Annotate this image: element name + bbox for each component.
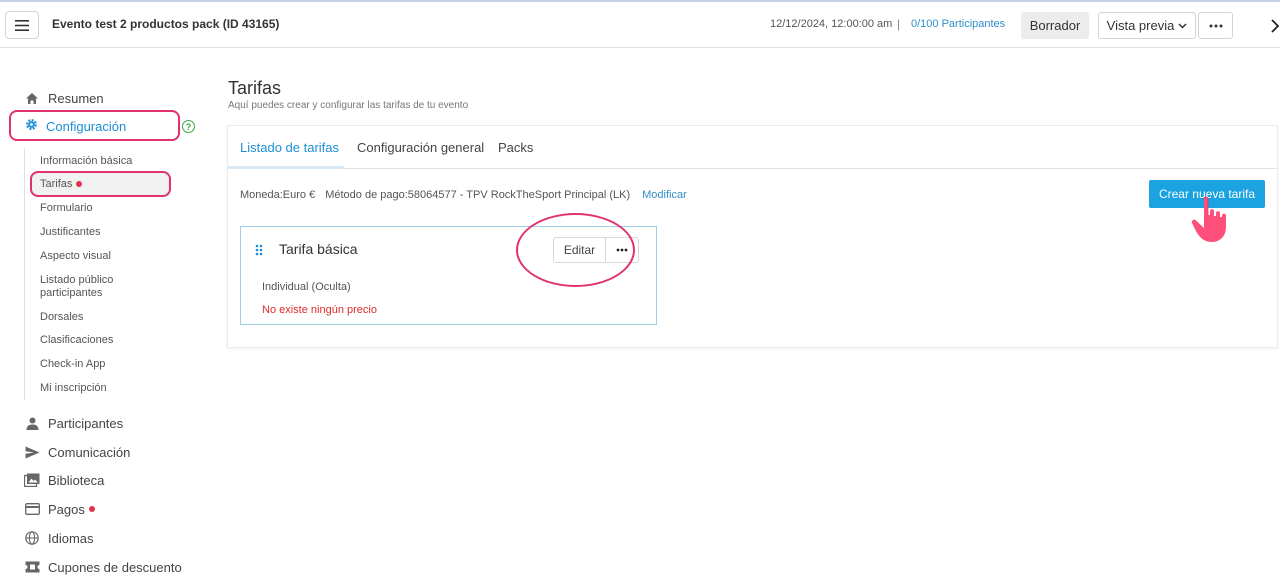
no-price-warning: No existe ningún precio [262, 304, 377, 316]
edit-highlight-ellipse [516, 213, 635, 287]
submenu-item-formulario[interactable]: Formulario [40, 202, 93, 215]
send-icon [24, 444, 40, 460]
sidebar-item-cupones[interactable]: Cupones de descuento [24, 556, 182, 578]
drag-handle-icon[interactable] [255, 244, 263, 256]
tarifa-type: Individual (Oculta) [262, 281, 351, 293]
sidebar-item-pagos[interactable]: Pagos [24, 498, 95, 520]
help-icon[interactable]: ? [182, 120, 195, 133]
credit-card-icon [24, 501, 40, 517]
sidebar-item-comunicacion[interactable]: Comunicación [24, 441, 130, 463]
submenu-item-dorsales[interactable]: Dorsales [40, 311, 83, 324]
chevron-down-icon [1178, 22, 1187, 29]
sidebar-item-idiomas[interactable]: Idiomas [24, 527, 94, 549]
submenu-item-listado-publico[interactable]: Listado público participantes [40, 274, 150, 300]
submenu-item-justificantes[interactable]: Justificantes [40, 226, 101, 239]
top-header: Evento test 2 productos pack (ID 43165) … [0, 0, 1280, 48]
event-title: Evento test 2 productos pack (ID 43165) [52, 17, 280, 31]
header-separator: | [897, 17, 901, 31]
sidebar-item-label: Pagos [48, 501, 85, 517]
sidebar-item-label: Resumen [48, 90, 104, 106]
pointing-hand-icon [1191, 196, 1226, 242]
gear-icon [24, 117, 39, 135]
sidebar-item-participantes[interactable]: Participantes [24, 412, 123, 434]
payment-info-row: Moneda:Euro € Método de pago:58064577 - … [240, 189, 687, 201]
sidebar-item-configuracion[interactable]: Configuración [24, 116, 126, 136]
home-icon [24, 90, 40, 106]
currency-text: Moneda:Euro € [240, 189, 316, 201]
close-icon[interactable] [1266, 16, 1280, 36]
preview-dropdown[interactable]: Vista previa [1098, 12, 1196, 39]
notification-dot [76, 181, 83, 188]
menu-button[interactable] [5, 11, 39, 39]
submenu-item-informacion-basica[interactable]: Información básica [40, 155, 132, 168]
ticket-icon [24, 559, 40, 575]
header-more-button[interactable] [1198, 12, 1233, 39]
sidebar-item-biblioteca[interactable]: Biblioteca [24, 469, 104, 491]
submenu-item-tarifas[interactable]: Tarifas [40, 178, 83, 191]
payment-method-text: Método de pago:58064577 - TPV RockTheSpo… [325, 189, 631, 201]
tab-packs[interactable]: Packs [498, 140, 533, 155]
modify-link[interactable]: Modificar [642, 189, 687, 201]
tab-bar: Listado de tarifas Configuración general… [228, 126, 1277, 169]
active-tab-indicator [228, 166, 344, 169]
submenu-item-mi-inscripcion[interactable]: Mi inscripción [40, 382, 107, 395]
preview-label: Vista previa [1106, 18, 1175, 33]
submenu-line [24, 148, 25, 400]
sidebar-item-label: Cupones de descuento [48, 559, 182, 575]
page-subtitle: Aquí puedes crear y configurar las tarif… [228, 100, 469, 111]
submenu-item-label: Tarifas [40, 178, 73, 190]
sidebar-item-resumen[interactable]: Resumen [24, 87, 104, 109]
page-title: Tarifas [228, 78, 282, 98]
tab-listado-de-tarifas[interactable]: Listado de tarifas [240, 140, 339, 155]
tab-configuracion-general[interactable]: Configuración general [357, 140, 484, 155]
image-library-icon [24, 472, 40, 488]
tarifas-panel: Listado de tarifas Configuración general… [227, 125, 1278, 348]
person-icon [24, 415, 40, 431]
notification-dot [88, 506, 95, 512]
submenu-item-aspecto-visual[interactable]: Aspecto visual [40, 250, 111, 263]
draft-button[interactable]: Borrador [1021, 12, 1089, 39]
globe-icon [24, 530, 40, 546]
sidebar-item-label: Configuración [46, 118, 127, 134]
tarifa-name: Tarifa básica [279, 241, 358, 257]
sidebar-item-label: Comunicación [48, 444, 131, 460]
more-dots-icon [1209, 24, 1222, 27]
sidebar-item-label: Biblioteca [48, 472, 105, 488]
participants-count-link[interactable]: 0/100 Participantes [911, 18, 1005, 30]
sidebar-item-label: Participantes [48, 415, 124, 431]
event-date: 12/12/2024, 12:00:00 am [770, 18, 893, 30]
hamburger-icon [15, 19, 29, 31]
submenu-item-clasificaciones[interactable]: Clasificaciones [40, 334, 113, 347]
sidebar-item-label: Idiomas [48, 530, 94, 546]
submenu-item-check-in-app[interactable]: Check-in App [40, 358, 105, 371]
